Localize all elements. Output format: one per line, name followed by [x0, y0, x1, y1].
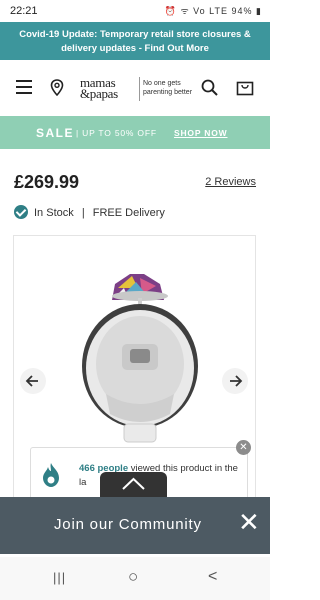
sale-subtext: | UP TO 50% OFF	[76, 128, 157, 138]
covid-banner[interactable]: Covid-19 Update: Temporary retail store …	[0, 22, 270, 60]
store-locator-icon[interactable]	[50, 79, 64, 101]
site-header: mamas &papas No one gets parenting bette…	[0, 60, 270, 116]
shop-now-link[interactable]: SHOP NOW	[174, 128, 227, 138]
recent-apps-icon[interactable]: |||	[53, 570, 66, 585]
android-nav-bar: ||| ○ <	[0, 557, 270, 600]
home-icon[interactable]: ○	[128, 567, 138, 587]
flame-icon	[40, 462, 62, 493]
check-icon	[14, 205, 28, 219]
delivery-label: FREE Delivery	[92, 207, 165, 219]
close-popup-icon[interactable]: ✕	[236, 440, 251, 455]
covid-banner-line2: delivery updates - Find Out More	[61, 43, 209, 54]
community-title: Join our Community	[54, 516, 202, 533]
reviews-link[interactable]: 2 Reviews	[205, 176, 256, 188]
covid-banner-line1: Covid-19 Update: Temporary retail store …	[19, 29, 251, 40]
tagline-line2: parenting better	[143, 89, 193, 96]
search-icon[interactable]	[201, 79, 218, 101]
prev-image-arrow[interactable]	[20, 368, 46, 394]
sale-banner[interactable]: SALE | UP TO 50% OFF SHOP NOW	[0, 116, 270, 149]
shopping-bag-icon[interactable]	[236, 78, 254, 101]
logo-line2: &papas	[80, 86, 118, 101]
close-icon[interactable]: ✕	[238, 507, 260, 538]
sale-label: SALE	[36, 126, 75, 140]
status-bar: 22:21 ⏰ ᯤ Vo LTE 94% ▮	[0, 0, 270, 22]
chevron-up-icon	[122, 477, 145, 490]
back-icon[interactable]: <	[208, 568, 217, 586]
brand-logo[interactable]: mamas &papas	[80, 76, 118, 101]
join-community-banner[interactable]: Join our Community ✕	[0, 497, 270, 554]
product-price: £269.99	[14, 172, 80, 192]
stock-status: In Stock | FREE Delivery	[14, 205, 165, 219]
tagline-line1: No one gets	[143, 80, 181, 87]
stock-separator: |	[81, 207, 85, 219]
status-icons: ⏰ ᯤ Vo LTE 94% ▮	[164, 6, 262, 16]
brand-tagline: No one gets parenting better	[143, 79, 192, 97]
menu-icon[interactable]	[16, 80, 32, 94]
logo-divider	[139, 77, 140, 101]
stock-label: In Stock	[34, 207, 74, 219]
clock: 22:21	[10, 5, 38, 17]
next-image-arrow[interactable]	[222, 368, 248, 394]
expand-chevron-tab[interactable]	[100, 472, 167, 498]
